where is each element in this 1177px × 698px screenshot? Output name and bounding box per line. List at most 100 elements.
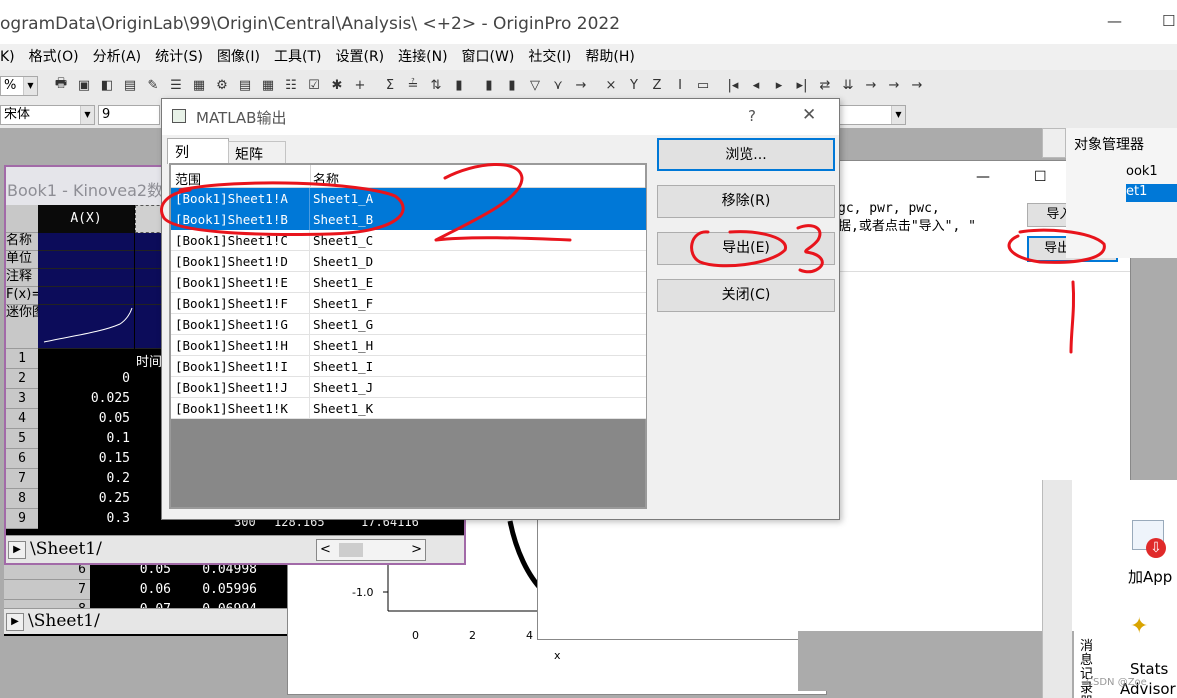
list-row[interactable]: [Book1]Sheet1!H Sheet1_H bbox=[171, 335, 646, 356]
filter-icon[interactable]: ⋎ bbox=[549, 76, 567, 94]
arrow-icon[interactable]: → bbox=[572, 76, 590, 94]
x-icon[interactable]: × bbox=[602, 76, 620, 94]
row-number[interactable]: 9 bbox=[6, 509, 38, 529]
row-number[interactable]: 1 bbox=[6, 349, 38, 369]
tab-matrix[interactable]: 矩阵 bbox=[228, 141, 286, 163]
menu-item[interactable]: 工具(T) bbox=[274, 44, 321, 70]
list-row[interactable]: [Book1]Sheet1!K Sheet1_K bbox=[171, 398, 646, 419]
export-button[interactable]: 导出(E) bbox=[657, 232, 835, 265]
maximize-button[interactable]: ☐ bbox=[1034, 169, 1047, 185]
first-icon[interactable]: |◂ bbox=[724, 76, 742, 94]
matrix-icon[interactable]: ▦ bbox=[259, 76, 277, 94]
sheet-tab[interactable]: \Sheet1/ bbox=[28, 611, 100, 631]
swap-icon[interactable]: ⇄ bbox=[816, 76, 834, 94]
label-cell[interactable] bbox=[38, 233, 134, 251]
chart-icon[interactable]: ▮ bbox=[503, 76, 521, 94]
header-range[interactable]: 范围 bbox=[175, 169, 201, 188]
minimize-button[interactable]: — bbox=[1107, 12, 1122, 30]
table-icon[interactable]: ▦ bbox=[190, 76, 208, 94]
object-item[interactable]: ook1 bbox=[1126, 164, 1158, 179]
menu-item[interactable]: 统计(S) bbox=[155, 44, 203, 70]
list-row[interactable]: [Book1]Sheet1!D Sheet1_D bbox=[171, 251, 646, 272]
list-row[interactable]: [Book1]Sheet1!C Sheet1_C bbox=[171, 230, 646, 251]
chart-icon[interactable]: ▮ bbox=[480, 76, 498, 94]
menu-item[interactable]: 帮助(H) bbox=[585, 44, 634, 70]
grid-icon[interactable]: ▤ bbox=[121, 76, 139, 94]
menu-item[interactable]: 格式(O) bbox=[29, 44, 79, 70]
filter-icon[interactable]: ▽ bbox=[526, 76, 544, 94]
column-a-header[interactable]: A(X) bbox=[38, 205, 134, 233]
y-icon[interactable]: Y bbox=[625, 76, 643, 94]
grip-icon[interactable] bbox=[1042, 128, 1066, 158]
list-row[interactable]: [Book1]Sheet1!B Sheet1_B bbox=[171, 209, 646, 230]
list-row[interactable]: [Book1]Sheet1!F Sheet1_F bbox=[171, 293, 646, 314]
browse-button[interactable]: 浏览... bbox=[657, 138, 835, 171]
arrow-icon[interactable]: → bbox=[908, 76, 926, 94]
i-icon[interactable]: I bbox=[671, 76, 689, 94]
cell-a[interactable] bbox=[38, 349, 134, 369]
last-icon[interactable]: ▸| bbox=[793, 76, 811, 94]
chevron-down-icon[interactable]: ▼ bbox=[23, 77, 37, 95]
cell-a[interactable]: 0.2 bbox=[38, 469, 134, 489]
font-name-combo[interactable]: 宋体 ▼ bbox=[0, 105, 95, 125]
stats-label[interactable]: Stats bbox=[1130, 660, 1168, 678]
arrow-icon[interactable]: → bbox=[862, 76, 880, 94]
scroll-left-icon[interactable]: < bbox=[320, 542, 331, 557]
cell-b[interactable]: 0.05996 bbox=[176, 580, 261, 600]
row-number[interactable]: 2 bbox=[6, 369, 38, 389]
list-row[interactable]: [Book1]Sheet1!A Sheet1_A bbox=[171, 188, 646, 209]
play-icon[interactable]: ▶ bbox=[6, 613, 24, 631]
cell-a[interactable]: 0 bbox=[38, 369, 134, 389]
tab-columns[interactable]: 列 bbox=[167, 138, 229, 164]
add-column-icon[interactable]: + bbox=[351, 76, 369, 94]
down-icon[interactable]: ⇊ bbox=[839, 76, 857, 94]
close-button[interactable]: ✕ bbox=[802, 105, 816, 125]
none-icon[interactable]: ▭ bbox=[694, 76, 712, 94]
minimize-button[interactable]: — bbox=[976, 169, 990, 185]
list-row[interactable]: [Book1]Sheet1!J Sheet1_J bbox=[171, 377, 646, 398]
list-row[interactable]: [Book1]Sheet1!I Sheet1_I bbox=[171, 356, 646, 377]
row-number[interactable]: 7 bbox=[4, 580, 90, 600]
scroll-right-icon[interactable]: > bbox=[411, 542, 422, 557]
cell-a[interactable]: 0.025 bbox=[38, 389, 134, 409]
close-dialog-button[interactable]: 关闭(C) bbox=[657, 279, 835, 312]
print-icon[interactable]: 🖶 bbox=[52, 76, 70, 94]
sheet-tab[interactable]: \Sheet1/ bbox=[30, 539, 102, 559]
label-cell[interactable] bbox=[38, 269, 134, 287]
cell-a[interactable]: 0.25 bbox=[38, 489, 134, 509]
remove-button[interactable]: 移除(R) bbox=[657, 185, 835, 218]
cell-a[interactable]: 0.3 bbox=[38, 509, 134, 529]
menu-item[interactable]: 窗口(W) bbox=[462, 44, 515, 70]
bars-icon[interactable]: ☰ bbox=[167, 76, 185, 94]
download-icon[interactable]: ⇩ bbox=[1146, 538, 1166, 558]
export-icon[interactable]: ▣ bbox=[75, 76, 93, 94]
menu-item[interactable]: 图像(I) bbox=[217, 44, 260, 70]
list-icon[interactable]: ☷ bbox=[282, 76, 300, 94]
edit-icon[interactable]: ✎ bbox=[144, 76, 162, 94]
play-icon[interactable]: ▶ bbox=[8, 541, 26, 559]
scroll-thumb[interactable] bbox=[339, 543, 363, 557]
label-cell[interactable] bbox=[38, 287, 134, 305]
help-button[interactable]: ? bbox=[748, 107, 756, 125]
chevron-down-icon[interactable]: ▼ bbox=[80, 106, 94, 124]
chart-icon[interactable]: ▮ bbox=[450, 76, 468, 94]
font-size-combo[interactable]: 9 bbox=[98, 105, 160, 125]
cell-a[interactable]: 0.06 bbox=[90, 580, 175, 600]
menu-item[interactable]: 分析(A) bbox=[93, 44, 142, 70]
menu-item[interactable]: 社交(I) bbox=[528, 44, 571, 70]
object-item-selected[interactable]: et1 bbox=[1126, 184, 1177, 202]
list-row[interactable]: [Book1]Sheet1!E Sheet1_E bbox=[171, 272, 646, 293]
add-app-label[interactable]: 加App bbox=[1128, 566, 1172, 587]
menu-item[interactable]: 连接(N) bbox=[398, 44, 447, 70]
next-icon[interactable]: ▸ bbox=[770, 76, 788, 94]
menu-item[interactable]: K) bbox=[0, 44, 15, 70]
prev-icon[interactable]: ◂ bbox=[747, 76, 765, 94]
sheet-icon[interactable]: ▤ bbox=[236, 76, 254, 94]
menu-item[interactable]: 设置(R) bbox=[335, 44, 384, 70]
check-icon[interactable]: ☑ bbox=[305, 76, 323, 94]
sort-icon[interactable]: ⇅ bbox=[427, 76, 445, 94]
horizontal-scrollbar[interactable]: < > bbox=[316, 539, 426, 561]
settings-icon[interactable]: ⚙ bbox=[213, 76, 231, 94]
maximize-button[interactable]: ☐ bbox=[1162, 12, 1175, 30]
row-number[interactable]: 3 bbox=[6, 389, 38, 409]
